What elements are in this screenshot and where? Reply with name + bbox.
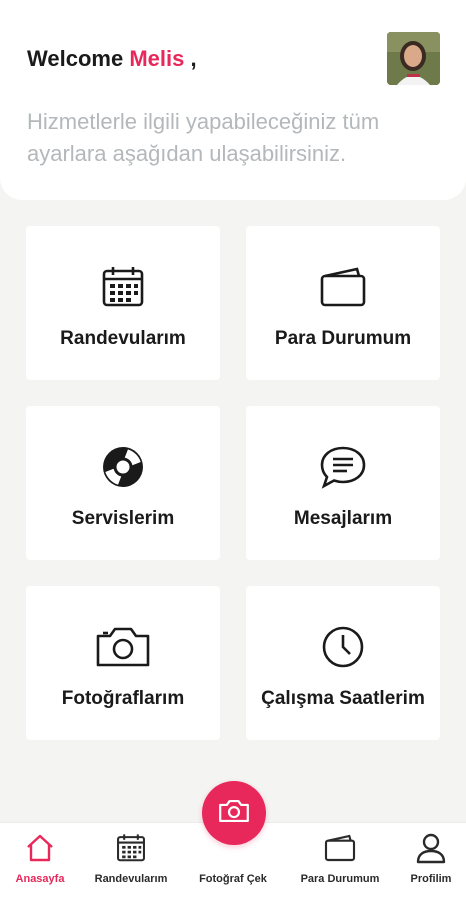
- welcome-suffix: ,: [190, 46, 197, 71]
- menu-card-label: Mesajlarım: [293, 508, 393, 529]
- menu-card-servislerim[interactable]: Servislerim: [26, 406, 220, 560]
- nav-tab-label: Randevularım: [94, 873, 168, 885]
- nav-tab-anasayfa[interactable]: Anasayfa: [0, 831, 85, 885]
- menu-card-label: Çalışma Saatlerim: [261, 688, 425, 709]
- menu-card-label: Fotoğraflarım: [61, 688, 185, 709]
- menu-card-calisma-saatlerim[interactable]: Çalışma Saatlerim: [246, 586, 440, 740]
- menu-card-randevularim[interactable]: Randevularım: [26, 226, 220, 380]
- menu-card-label: Randevularım: [60, 328, 186, 349]
- avatar[interactable]: [387, 32, 440, 85]
- menu-card-label: Para Durumum: [274, 328, 412, 349]
- nav-tab-label: Fotoğraf Çek: [199, 873, 267, 885]
- welcome-text: Welcome Melis ,: [27, 46, 197, 72]
- nav-tab-label: Para Durumum: [300, 873, 380, 885]
- nav-tab-label: Anasayfa: [15, 873, 65, 885]
- calendar-icon: [116, 831, 146, 865]
- camera-icon: [218, 798, 250, 829]
- nav-tab-profilim[interactable]: Profilim: [386, 831, 466, 885]
- lifebuoy-icon: [101, 444, 145, 490]
- take-photo-button[interactable]: [202, 781, 266, 845]
- chat-bubble-icon: [319, 444, 367, 490]
- menu-card-fotograflarim[interactable]: Fotoğraflarım: [26, 586, 220, 740]
- welcome-prefix: Welcome: [27, 46, 124, 71]
- user-icon: [415, 831, 447, 865]
- nav-tab-para-durumum[interactable]: Para Durumum: [295, 831, 385, 885]
- home-icon: [25, 831, 55, 865]
- calendar-icon: [101, 264, 145, 310]
- nav-tab-randevularim[interactable]: Randevularım: [86, 831, 176, 885]
- welcome-header: Welcome Melis , Hizmetlerle ilgili yapab…: [0, 0, 466, 200]
- nav-tab-label: Profilim: [410, 873, 452, 885]
- menu-card-mesajlarim[interactable]: Mesajlarım: [246, 406, 440, 560]
- user-name: Melis: [129, 46, 185, 71]
- wallet-icon: [324, 831, 356, 865]
- menu-card-para-durumum[interactable]: Para Durumum: [246, 226, 440, 380]
- clock-icon: [321, 624, 365, 670]
- wallet-icon: [319, 264, 367, 310]
- menu-card-label: Servislerim: [71, 508, 175, 529]
- camera-icon: [94, 624, 152, 670]
- header-subtitle: Hizmetlerle ilgili yapabileceğiniz tüm a…: [27, 109, 380, 166]
